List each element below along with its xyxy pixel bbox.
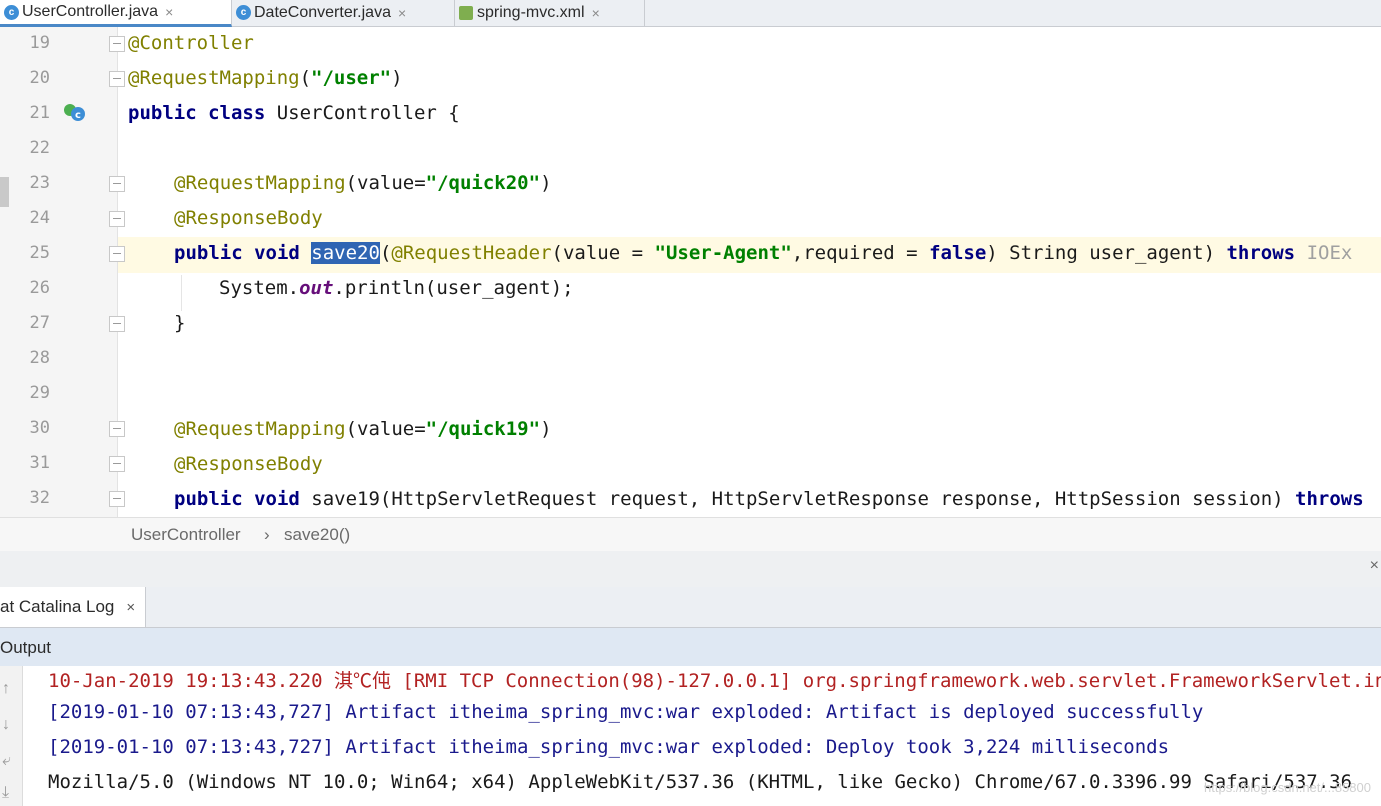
editor-tab-bar: c UserController.java × c DateConverter.… — [0, 0, 1381, 27]
code-line-21: public class UserController { — [128, 102, 460, 124]
code-line-25: public void save20(@RequestHeader(value … — [174, 242, 1353, 264]
indent-guide — [181, 275, 182, 311]
line-number: 23 — [29, 173, 50, 193]
fold-marker[interactable] — [109, 246, 125, 262]
console-line: [2019-01-10 07:13:43,727] Artifact ithei… — [48, 701, 1204, 723]
line-number: 30 — [29, 418, 50, 438]
line-number: 25 — [29, 243, 50, 263]
line-number: 19 — [29, 33, 50, 53]
code-line-31: @ResponseBody — [174, 453, 323, 475]
console-line: 10-Jan-2019 19:13:43.220 淇℃伅 [RMI TCP Co… — [48, 670, 1381, 692]
fold-marker[interactable] — [109, 71, 125, 87]
console-line: Mozilla/5.0 (Windows NT 10.0; Win64; x64… — [48, 771, 1353, 793]
watermark: https://blog.csdn.net/...85800 — [1204, 780, 1371, 795]
tab-user-controller[interactable]: c UserController.java × — [0, 0, 232, 27]
run-class-icon[interactable]: c — [62, 102, 88, 124]
line-number: 26 — [29, 278, 50, 298]
line-number: 31 — [29, 453, 50, 473]
code-line-27: } — [174, 312, 186, 334]
code-line-23: @RequestMapping(value="/quick20") — [174, 172, 552, 194]
tab-label: UserController.java — [22, 3, 159, 20]
tab-date-converter[interactable]: c DateConverter.java × — [232, 0, 455, 26]
xml-file-icon — [459, 6, 473, 20]
code-line-26: System.out.println(user_agent); — [219, 277, 574, 299]
tab-catalina-log[interactable]: at Catalina Log × — [0, 587, 147, 627]
code-line-24: @ResponseBody — [174, 207, 323, 229]
fold-marker[interactable] — [109, 176, 125, 192]
fold-marker[interactable] — [109, 421, 125, 437]
output-header: Output — [0, 628, 1381, 667]
soft-wrap-icon[interactable]: ⤶ — [2, 752, 11, 770]
arrow-up-icon[interactable]: ↑ — [2, 680, 10, 698]
line-number: 29 — [29, 383, 50, 403]
line-number: 32 — [29, 488, 50, 508]
tab-label: DateConverter.java — [254, 4, 391, 21]
panel-splitter[interactable]: × — [0, 551, 1381, 587]
output-title: Output — [0, 638, 52, 657]
close-icon[interactable]: × — [398, 5, 406, 21]
log-tab-bar: at Catalina Log × — [0, 587, 1381, 628]
breadcrumb-class[interactable]: UserController — [131, 525, 241, 545]
code-line-19: @Controller — [128, 32, 254, 54]
code-editor[interactable]: 19 20 21 22 23 24 25 26 27 28 29 30 31 3… — [0, 27, 1381, 517]
tab-label: at Catalina Log — [0, 597, 115, 616]
close-icon[interactable]: × — [165, 4, 173, 20]
fold-marker[interactable] — [109, 316, 125, 332]
class-icon: c — [4, 5, 19, 20]
fold-marker[interactable] — [109, 211, 125, 227]
fold-marker[interactable] — [109, 36, 125, 52]
console-output[interactable]: ↑ ↓ ⤶ ⤓ 10-Jan-2019 19:13:43.220 淇℃伅 [RM… — [0, 666, 1381, 806]
scroll-to-end-icon[interactable]: ⤓ — [2, 784, 9, 802]
console-line: [2019-01-10 07:13:43,727] Artifact ithei… — [48, 736, 1170, 758]
breadcrumb-method[interactable]: save20() — [284, 525, 350, 545]
line-number: 28 — [29, 348, 50, 368]
code-line-20: @RequestMapping("/user") — [128, 67, 403, 89]
line-number: 27 — [29, 313, 50, 333]
svg-text:c: c — [75, 110, 81, 121]
line-number: 20 — [29, 68, 50, 88]
code-line-30: @RequestMapping(value="/quick19") — [174, 418, 552, 440]
fold-marker[interactable] — [109, 491, 125, 507]
line-number: 24 — [29, 208, 50, 228]
tab-spring-mvc-xml[interactable]: spring-mvc.xml × — [455, 0, 645, 26]
selected-text: save20 — [311, 242, 380, 264]
line-number: 21 — [29, 103, 50, 123]
line-number: 22 — [29, 138, 50, 158]
console-toolbar: ↑ ↓ ⤶ ⤓ — [0, 666, 23, 806]
breadcrumb-separator: › — [264, 525, 270, 544]
arrow-down-icon[interactable]: ↓ — [2, 716, 10, 734]
breadcrumb: UserController › save20() — [0, 517, 1381, 552]
scroll-marker — [0, 177, 9, 207]
tab-label: spring-mvc.xml — [477, 4, 585, 21]
class-icon: c — [236, 5, 251, 20]
fold-marker[interactable] — [109, 456, 125, 472]
close-icon[interactable]: × — [592, 5, 600, 21]
close-icon[interactable]: × — [1370, 557, 1379, 575]
code-line-32: public void save19(HttpServletRequest re… — [174, 488, 1364, 510]
line-number-gutter — [0, 27, 118, 517]
close-icon[interactable]: × — [126, 599, 135, 616]
